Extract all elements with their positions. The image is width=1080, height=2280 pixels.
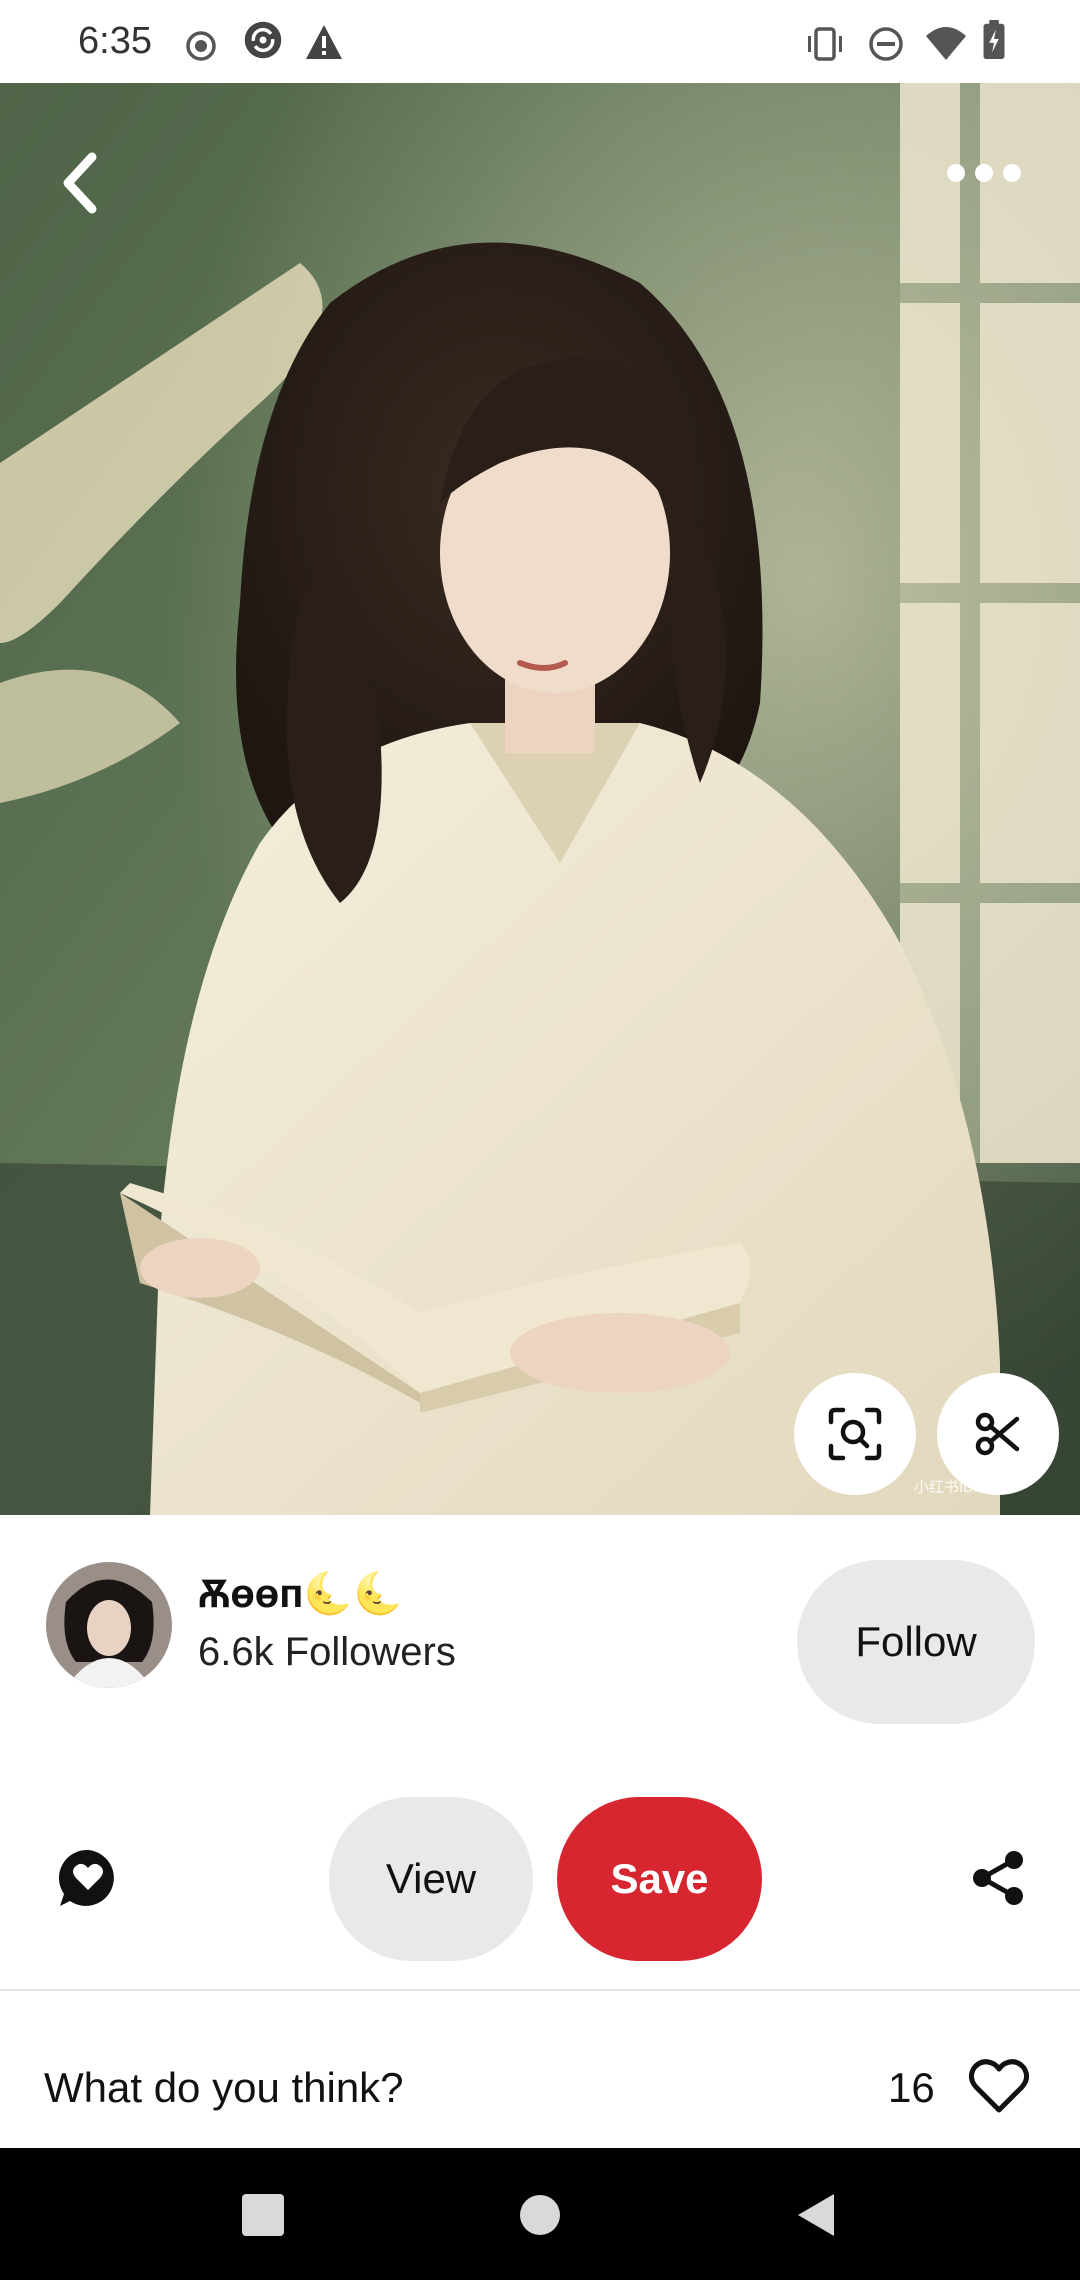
- divider: [0, 1989, 1080, 1991]
- heart-icon[interactable]: [968, 2056, 1030, 2116]
- status-bar: 6:35: [0, 0, 1080, 83]
- vibrate-icon: [808, 27, 842, 61]
- share-icon[interactable]: [968, 1848, 1028, 1908]
- back-icon[interactable]: [48, 143, 112, 223]
- save-button[interactable]: Save: [557, 1797, 762, 1961]
- like-count: 16: [888, 2064, 935, 2111]
- creator-name[interactable]: Ѫɵɵп🌜🌜: [198, 1570, 403, 1617]
- more-icon[interactable]: [944, 143, 1024, 203]
- pin-image[interactable]: 小红书ID: aigc: [0, 83, 1080, 1515]
- record-icon: [186, 31, 216, 61]
- comment-icon[interactable]: [56, 1846, 120, 1910]
- watermark: 小红书ID: aigc: [914, 1479, 1010, 1496]
- visual-search-button[interactable]: [794, 1373, 916, 1495]
- avatar-image: [46, 1562, 172, 1688]
- do-not-disturb-icon: [869, 27, 903, 61]
- system-nav-bar: [0, 2148, 1080, 2280]
- follow-button[interactable]: Follow: [797, 1560, 1035, 1724]
- comment-prompt[interactable]: What do you think?: [44, 2064, 404, 2112]
- battery-icon: [983, 20, 1005, 60]
- back-nav-icon[interactable]: [792, 2190, 842, 2240]
- wifi-icon: [926, 27, 966, 60]
- warning-icon: [306, 25, 342, 59]
- scissors-icon: [975, 1412, 1020, 1456]
- view-button[interactable]: View: [329, 1797, 533, 1961]
- recents-icon[interactable]: [238, 2190, 288, 2240]
- visual-search-icon: [828, 1407, 882, 1461]
- avatar[interactable]: [46, 1562, 172, 1688]
- sync-app-icon: [244, 21, 282, 59]
- follower-count: 6.6k Followers: [198, 1630, 456, 1674]
- home-icon[interactable]: [515, 2190, 565, 2240]
- artwork-image: [0, 83, 1080, 1515]
- status-time: 6:35: [78, 20, 152, 62]
